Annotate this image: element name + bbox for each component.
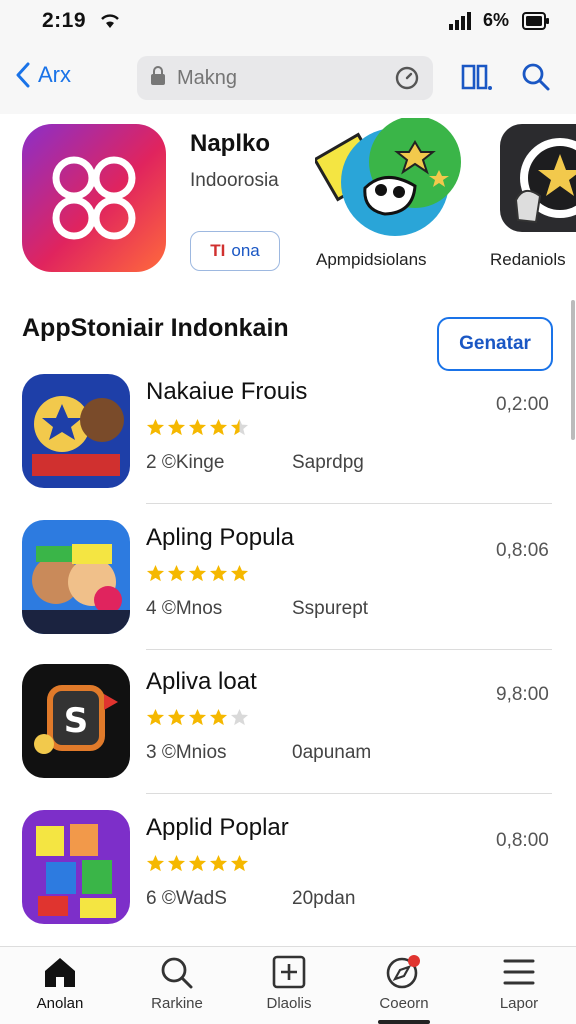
- app-icon[interactable]: [22, 520, 130, 634]
- status-bar: 2:19 6%: [0, 0, 576, 44]
- app-meta-count: 4 ©Mnos: [146, 598, 223, 619]
- star-icon: [209, 564, 228, 582]
- featured-title: Naplko: [190, 130, 271, 157]
- star-icon: [146, 564, 165, 582]
- star-icon: [209, 418, 228, 436]
- featured-app-mid-icon[interactable]: [312, 116, 465, 242]
- app-time: 9,8:00: [496, 684, 549, 705]
- app-list-item[interactable]: Apling Popula 4 ©Mnos Sspurept 0,8:06: [0, 510, 576, 650]
- app-list-item[interactable]: S Apliva loat 3 ©Mnios 0apunam 9,8:00: [0, 654, 576, 794]
- app-meta-count: 3 ©Mnios: [146, 742, 227, 763]
- back-button[interactable]: Arx: [16, 62, 71, 88]
- featured-button-label: ona: [231, 241, 260, 260]
- app-meta-category: Saprdpg: [292, 452, 364, 473]
- nav-bar: Arx: [0, 44, 576, 114]
- app-meta-category: Sspurept: [292, 598, 369, 619]
- row-divider: [146, 503, 552, 504]
- star-icon: [230, 564, 249, 582]
- search-icon[interactable]: [521, 62, 551, 97]
- lock-icon: [149, 65, 167, 91]
- app-time: 0,8:06: [496, 540, 549, 561]
- tab-explore[interactable]: Coeorn: [354, 955, 454, 1021]
- app-icon[interactable]: [22, 810, 130, 924]
- star-icon: [209, 708, 228, 726]
- featured-section: Naplko Indoorosia ΤΙ ona Apmpidsiolans R…: [0, 114, 576, 294]
- row-divider: [146, 649, 552, 650]
- featured-mid-label: Apmpidsiolans: [316, 250, 427, 269]
- search-icon: [161, 957, 193, 989]
- plus-box-icon: [272, 955, 306, 989]
- featured-button-prefix: ΤΙ: [210, 241, 226, 260]
- chevron-left-icon: [16, 62, 30, 88]
- featured-get-button[interactable]: ΤΙ ona: [190, 231, 280, 271]
- featured-app-icon[interactable]: [22, 124, 166, 272]
- featured-right-label: Redaniols: [490, 250, 566, 269]
- star-icon: [167, 564, 186, 582]
- tab-ranking[interactable]: Rarkine: [127, 955, 227, 1021]
- tab-label: Dlaolis: [266, 995, 312, 1012]
- home-icon: [45, 958, 75, 987]
- row-divider: [146, 793, 552, 794]
- star-icon: [167, 418, 186, 436]
- rating-stars: [146, 854, 251, 873]
- app-list-item[interactable]: Nakaiue Frouis 2 ©Kinge Saprdpg 0,2:00: [0, 364, 576, 504]
- star-icon: [167, 708, 186, 726]
- tab-bar: Anolan Rarkine Dlaolis Coeorn Lapor: [0, 946, 576, 1024]
- book-icon[interactable]: [460, 62, 492, 97]
- star-icon: [188, 708, 207, 726]
- app-time: 0,2:00: [496, 394, 549, 415]
- home-indicator: [378, 1020, 430, 1024]
- status-time: 2:19: [42, 9, 87, 32]
- signal-icon: [449, 12, 473, 35]
- tab-label: Rarkine: [151, 995, 203, 1012]
- rating-stars: [146, 708, 251, 727]
- tab-label: Coeorn: [379, 995, 429, 1012]
- star-icon: [209, 854, 228, 872]
- star-icon: [188, 564, 207, 582]
- star-icon: [146, 708, 165, 726]
- rating-stars: [146, 564, 251, 583]
- svg-text:S: S: [64, 701, 89, 741]
- app-meta-count: 6 ©WadS: [146, 888, 227, 909]
- tab-menu[interactable]: Lapor: [469, 955, 569, 1021]
- star-icon: [146, 854, 165, 872]
- app-list-item[interactable]: Applid Poplar 6 ©WadS 20pdan 0,8:00: [0, 800, 576, 940]
- tab-label: Anolan: [36, 995, 84, 1012]
- rating-stars: [146, 418, 251, 437]
- app-meta-category: 20pdan: [292, 888, 356, 909]
- featured-subtitle: Indoorosia: [190, 170, 279, 191]
- app-name: Apling Popula: [146, 524, 295, 551]
- section-action-button[interactable]: Genatar: [437, 317, 553, 371]
- battery-icon: [522, 12, 550, 35]
- section-title: AppStoniair Indonkain: [22, 314, 289, 342]
- search-box[interactable]: [137, 56, 433, 100]
- star-icon: [146, 418, 165, 436]
- app-meta-count: 2 ©Kinge: [146, 452, 225, 473]
- featured-app-right-icon[interactable]: [500, 124, 576, 232]
- search-input[interactable]: [177, 66, 377, 90]
- app-icon[interactable]: S: [22, 664, 130, 778]
- app-name: Nakaiue Frouis: [146, 378, 308, 405]
- app-name: Applid Poplar: [146, 814, 289, 841]
- star-icon: [230, 708, 249, 726]
- star-icon: [188, 854, 207, 872]
- tab-add[interactable]: Dlaolis: [239, 955, 339, 1021]
- app-meta-category: 0apunam: [292, 742, 372, 763]
- menu-icon: [503, 959, 535, 985]
- compass-icon: [386, 955, 420, 989]
- tab-home[interactable]: Anolan: [10, 955, 110, 1021]
- tab-label: Lapor: [499, 995, 539, 1012]
- wifi-icon: [100, 12, 120, 35]
- battery-percent: 6%: [483, 10, 510, 30]
- star-icon: [230, 418, 249, 436]
- back-label: Arx: [38, 62, 71, 87]
- star-icon: [188, 418, 207, 436]
- timer-icon[interactable]: [395, 66, 419, 95]
- flower-logo-icon: [52, 156, 136, 240]
- star-icon: [230, 854, 249, 872]
- app-time: 0,8:00: [496, 830, 549, 851]
- app-name: Apliva loat: [146, 668, 257, 695]
- star-icon: [167, 854, 186, 872]
- app-icon[interactable]: [22, 374, 130, 488]
